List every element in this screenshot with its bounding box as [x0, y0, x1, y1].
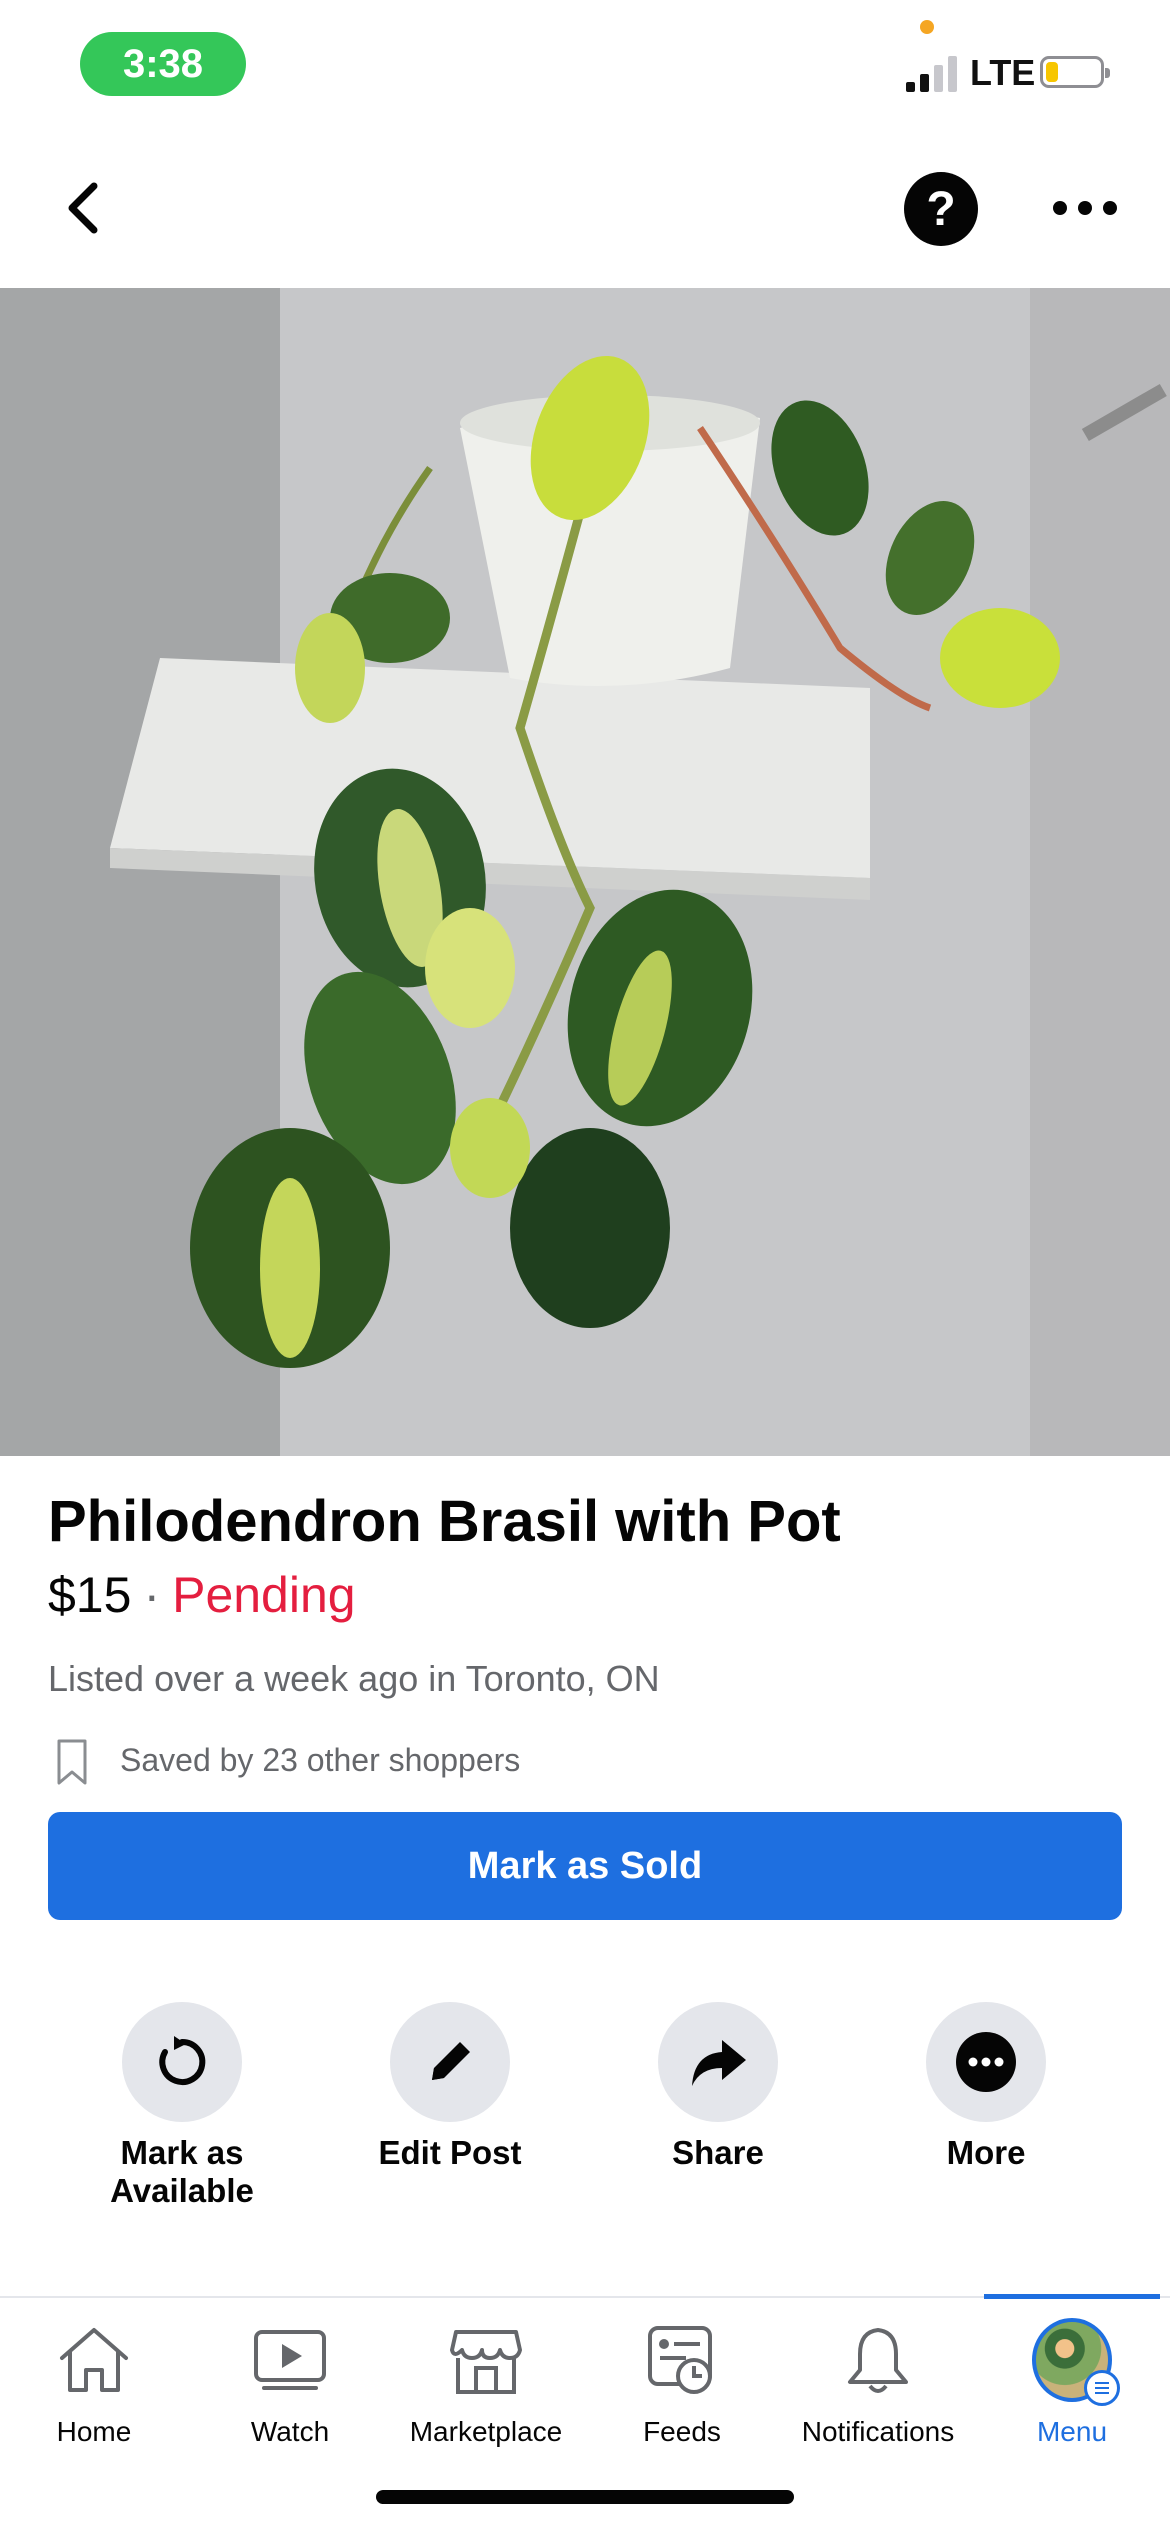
tab-watch[interactable]: Watch — [192, 2320, 388, 2448]
home-icon — [60, 2328, 128, 2392]
active-tab-indicator — [984, 2294, 1160, 2299]
share-label: Share — [672, 2134, 764, 2171]
watch-play-icon — [254, 2330, 326, 2390]
question-mark-icon[interactable]: ? — [904, 172, 978, 246]
tab-feeds-label: Feeds — [643, 2416, 721, 2447]
saved-count: Saved by 23 other shoppers — [120, 1742, 521, 1778]
more-label: More — [946, 2134, 1026, 2171]
tab-menu-label: Menu — [1036, 2416, 1108, 2447]
profile-avatar-menu-icon — [1032, 2318, 1120, 2406]
pencil-icon — [432, 2042, 470, 2080]
bookmark-icon — [57, 1739, 87, 1785]
home-indicator — [376, 2490, 794, 2504]
separator: · — [143, 1567, 161, 1623]
tab-watch-label: Watch — [250, 2416, 330, 2447]
listing-title: Philodendron Brasil with Pot — [48, 1489, 841, 1554]
tab-menu-icon-wrap — [1032, 2318, 1120, 2406]
tab-home-label: Home — [56, 2416, 132, 2447]
mark-as-available-button[interactable]: Mark as Available — [52, 2002, 312, 2210]
battery-icon — [1040, 56, 1110, 88]
tab-notifications[interactable]: Notifications — [780, 2320, 976, 2448]
listing-status: Pending — [172, 1567, 356, 1623]
share-button[interactable]: Share — [588, 2002, 848, 2172]
ellipsis-horizontal-icon[interactable] — [1050, 192, 1120, 224]
more-circle-icon — [956, 2032, 1016, 2092]
tab-menu[interactable]: Menu — [974, 2318, 1170, 2448]
bell-icon — [848, 2328, 908, 2393]
mark-as-available-circle[interactable] — [122, 2002, 242, 2122]
share-circle[interactable] — [658, 2002, 778, 2122]
status-time: 3:38 — [80, 32, 246, 96]
edit-post-label: Edit Post — [378, 2134, 522, 2171]
privacy-indicator-dot — [920, 20, 934, 34]
philodendron-plant-photo — [0, 288, 1170, 1456]
battery-level — [1046, 62, 1058, 82]
feeds-clock-icon — [648, 2326, 712, 2394]
share-arrow-icon — [692, 2040, 746, 2086]
listing-photo[interactable] — [0, 288, 1170, 1456]
tab-marketplace-label: Marketplace — [409, 2416, 563, 2447]
listing-price: $15 — [48, 1567, 132, 1623]
chevron-left-icon[interactable] — [56, 176, 110, 240]
edit-post-circle[interactable] — [390, 2002, 510, 2122]
listed-info: Listed over a week ago in Toronto, ON — [48, 1658, 660, 1699]
mark-as-available-label: Mark as Available — [110, 2134, 254, 2209]
more-circle[interactable] — [926, 2002, 1046, 2122]
tab-marketplace[interactable]: Marketplace — [388, 2320, 584, 2448]
tab-notifications-label: Notifications — [801, 2416, 955, 2447]
more-button[interactable]: More — [856, 2002, 1116, 2172]
price-status-line: $15 · Pending — [48, 1566, 356, 1624]
tab-home[interactable]: Home — [0, 2320, 192, 2448]
mark-as-sold-button[interactable]: Mark as Sold — [48, 1812, 1122, 1920]
refresh-icon — [159, 2036, 206, 2085]
menu-lines-icon — [1084, 2370, 1120, 2406]
cellular-signal-icon — [906, 56, 957, 92]
tab-feeds[interactable]: Feeds — [584, 2320, 780, 2448]
edit-post-button[interactable]: Edit Post — [320, 2002, 580, 2172]
network-type: LTE — [970, 52, 1036, 93]
storefront-icon — [450, 2330, 522, 2394]
